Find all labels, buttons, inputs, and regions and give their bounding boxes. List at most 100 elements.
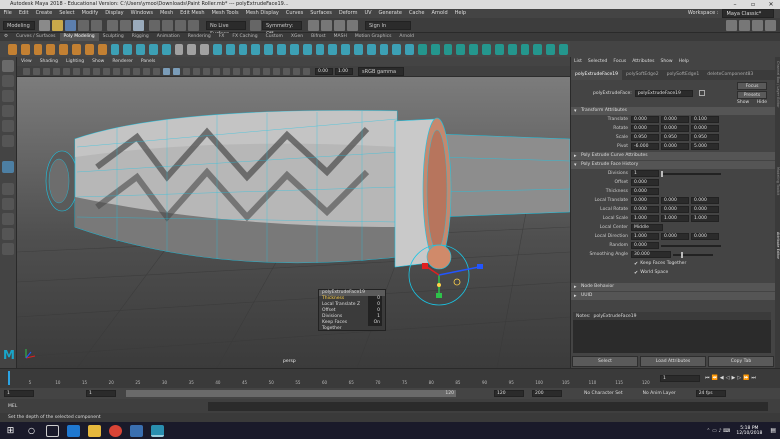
bool-union-icon[interactable] — [174, 43, 184, 55]
insert-loop-icon[interactable] — [328, 43, 338, 55]
windows-start-icon[interactable]: ⊞ — [4, 425, 17, 437]
menu-generate[interactable]: Generate — [375, 9, 405, 18]
keep-faces-checkbox[interactable]: ✔ — [634, 261, 638, 267]
textured-icon[interactable] — [192, 67, 200, 75]
translate-z-field[interactable]: 0.100 — [691, 116, 719, 123]
gamma-field[interactable]: 1.00 — [335, 67, 353, 75]
play-backward-icon[interactable]: ◁ — [726, 375, 730, 381]
rotate-tool-icon[interactable] — [2, 120, 14, 132]
presets-button[interactable]: Presets — [737, 91, 767, 99]
translate-y-field[interactable]: 0.000 — [661, 116, 689, 123]
thickness-field[interactable]: 0.000 — [631, 188, 659, 195]
end-time-field[interactable]: 200 — [532, 390, 562, 397]
mode-dropdown[interactable]: Modeling — [3, 20, 35, 30]
smoothing-slider[interactable] — [673, 251, 713, 258]
slide-edge-icon[interactable] — [353, 43, 363, 55]
delete-history-icon[interactable] — [558, 43, 568, 55]
smoothing-angle-field[interactable]: 30.000 — [631, 251, 671, 258]
bookmarks-icon[interactable] — [52, 67, 60, 75]
vp-menu-show[interactable]: Show — [88, 57, 108, 66]
playback-start-field[interactable]: 1 — [86, 390, 116, 397]
load-attributes-button[interactable]: Load Attributes — [640, 356, 706, 367]
layout-persp-graph-icon[interactable] — [2, 228, 14, 240]
scale-x-field[interactable]: 0.950 — [631, 134, 659, 141]
reduce-icon[interactable] — [225, 43, 235, 55]
ipr-render-icon[interactable] — [321, 19, 332, 31]
uv-editor-icon[interactable] — [418, 43, 427, 55]
color-space-dropdown[interactable]: sRGB gamma — [358, 66, 404, 76]
system-tray-icons[interactable]: ⌃ ▭ ♪ ⌨ — [706, 428, 730, 434]
center-pivot-icon[interactable] — [533, 43, 543, 55]
local-direction-y-field[interactable]: 0.000 — [661, 233, 689, 240]
scale-z-field[interactable]: 0.950 — [691, 134, 719, 141]
local-rotate-x-field[interactable]: 0.000 — [631, 206, 659, 213]
local-rotate-z-field[interactable]: 0.000 — [691, 206, 719, 213]
playback-end-field[interactable]: 120 — [494, 390, 524, 397]
local-scale-y-field[interactable]: 1.000 — [661, 215, 689, 222]
move-tool-icon[interactable] — [2, 105, 14, 117]
select-component-icon[interactable] — [133, 19, 144, 31]
minimize-icon[interactable]: – — [726, 0, 744, 9]
single-view-icon[interactable] — [2, 183, 14, 195]
image-plane-icon[interactable] — [62, 67, 70, 75]
maya-taskbar-icon[interactable] — [151, 424, 164, 437]
tab-xgen[interactable]: XGen — [287, 33, 307, 41]
open-scene-icon[interactable] — [52, 19, 63, 31]
gate-mask-icon[interactable] — [122, 67, 130, 75]
menu-mesh[interactable]: Mesh — [156, 9, 176, 18]
poly-plane-icon[interactable] — [72, 43, 81, 55]
local-direction-x-field[interactable]: 1.000 — [631, 233, 659, 240]
command-input[interactable] — [208, 401, 768, 411]
ae-menu-attributes[interactable]: Attributes — [629, 58, 657, 66]
uuid-header[interactable]: UUID — [571, 292, 775, 300]
poly-disc-icon[interactable] — [84, 43, 94, 55]
tab-sculpting[interactable]: Sculpting — [99, 33, 128, 41]
snap-curve-icon[interactable] — [162, 19, 173, 31]
focus-button[interactable]: Focus — [737, 82, 767, 90]
poly-torus-icon[interactable] — [59, 43, 69, 55]
local-center-dropdown[interactable]: Middle — [631, 224, 663, 231]
symmetry-dropdown[interactable]: Symmetry: Off — [262, 20, 302, 37]
tab-curves-surfaces[interactable]: Curves / Surfaces — [12, 33, 60, 41]
ae-menu-help[interactable]: Help — [676, 58, 692, 66]
menu-mesh-display[interactable]: Mesh Display — [242, 9, 282, 18]
select-tool-icon[interactable] — [2, 60, 14, 72]
snap-grid-icon[interactable] — [149, 19, 160, 31]
local-direction-z-field[interactable]: 0.000 — [691, 233, 719, 240]
node-behavior-header[interactable]: Node Behavior — [571, 283, 775, 291]
menu-surfaces[interactable]: Surfaces — [307, 9, 336, 18]
range-slider[interactable]: 120 — [126, 390, 456, 397]
merge-icon[interactable] — [366, 43, 376, 55]
notifications-icon[interactable]: ▤ — [770, 427, 776, 434]
tab-poly-modeling[interactable]: Poly Modeling — [59, 33, 99, 41]
render-settings-icon[interactable] — [334, 19, 345, 31]
safe-action-icon[interactable] — [142, 67, 150, 75]
grid-icon[interactable] — [92, 67, 100, 75]
field-chart-icon[interactable] — [132, 67, 140, 75]
auto-map-icon[interactable] — [443, 43, 453, 55]
select-object-icon[interactable] — [120, 19, 131, 31]
store-icon[interactable] — [130, 424, 143, 437]
exposure-icon[interactable] — [292, 67, 300, 75]
use-all-lights-icon[interactable] — [202, 67, 210, 75]
extrude-curve-attributes-header[interactable]: Poly Extrude Curve Attributes — [571, 152, 775, 160]
sweep-mesh-icon[interactable] — [110, 43, 120, 55]
menu-uv[interactable]: UV — [361, 9, 375, 18]
pivot-y-field[interactable]: 0.000 — [661, 143, 689, 150]
vp-menu-renderer[interactable]: Renderer — [108, 57, 137, 66]
node-name-field[interactable]: polyExtrudeFace19 — [634, 89, 693, 97]
antialiasing-icon[interactable] — [242, 67, 250, 75]
render-icon[interactable] — [308, 19, 319, 31]
tab-polyextrudeface19[interactable]: polyExtrudeFace19 — [571, 70, 623, 80]
lasso-tool-icon[interactable] — [2, 75, 14, 87]
harden-edge-icon[interactable] — [507, 43, 517, 55]
menu-windows[interactable]: Windows — [127, 9, 156, 18]
tab-bifrost[interactable]: Bifrost — [307, 33, 330, 41]
anim-layer-dropdown[interactable]: No Anim Layer — [643, 391, 676, 396]
xray-joints-icon[interactable] — [272, 67, 280, 75]
close-icon[interactable]: ✕ — [762, 0, 780, 9]
go-to-start-icon[interactable]: ⏮ — [705, 375, 710, 381]
snap-point-icon[interactable] — [175, 19, 186, 31]
side-tab-attribute-editor[interactable]: Attribute Editor — [775, 232, 780, 292]
xray-icon[interactable] — [262, 67, 270, 75]
